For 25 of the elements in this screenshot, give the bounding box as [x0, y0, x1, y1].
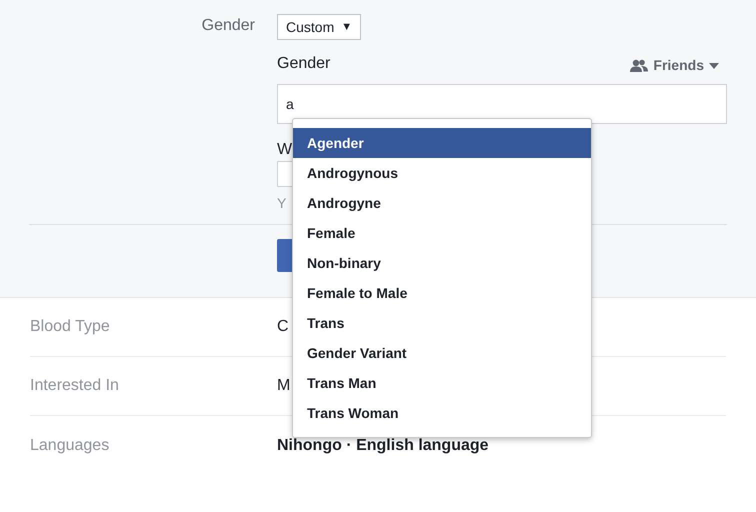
suggestion-item[interactable]: Androgyne — [293, 188, 591, 218]
suggestion-item[interactable]: Androgynous — [293, 158, 591, 188]
gender-select[interactable]: Custom ▼ — [277, 14, 362, 40]
audience-selector[interactable]: Friends — [630, 55, 719, 76]
suggestion-item[interactable]: Non-binary — [293, 248, 591, 278]
suggestion-item[interactable]: Trans — [293, 308, 591, 338]
suggestion-item[interactable]: Trans Woman — [293, 398, 591, 428]
field-label: W — [277, 141, 292, 158]
suggestion-item[interactable]: Agender — [293, 128, 591, 158]
row-value: C — [277, 317, 289, 337]
suggestion-item[interactable]: Female — [293, 218, 591, 248]
row-label: Languages — [30, 436, 110, 456]
friends-icon — [630, 58, 648, 72]
help-text: Y — [277, 195, 286, 211]
field-label: Gender — [277, 54, 330, 74]
suggestion-item[interactable]: Female to Male — [293, 278, 591, 308]
row-label: Interested In — [30, 376, 120, 396]
caret-icon — [709, 62, 719, 68]
gender-input[interactable]: a — [277, 84, 727, 124]
row-label: Blood Type — [30, 317, 111, 337]
suggestion-item[interactable]: Trans Man — [293, 368, 591, 398]
row-value: M — [277, 376, 290, 396]
row-value: Nihongo · English language — [277, 436, 489, 456]
suggestion-item[interactable]: Gender Variant — [293, 338, 591, 368]
field-label: Gender — [202, 17, 255, 34]
